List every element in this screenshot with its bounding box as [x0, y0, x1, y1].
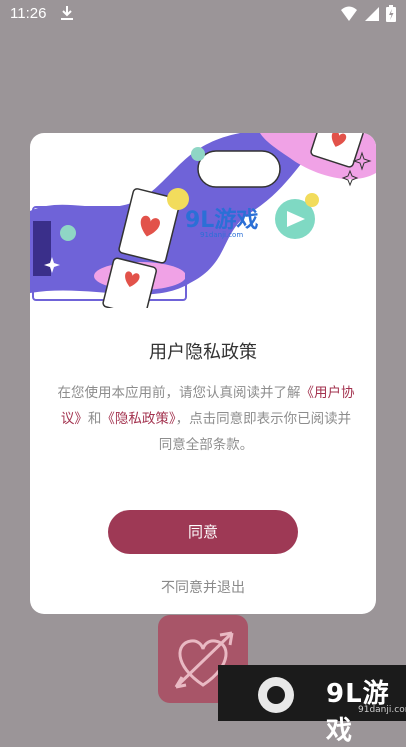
status-time: 11:26 [10, 5, 47, 22]
status-bar: 11:26 [0, 0, 406, 28]
privacy-policy-link[interactable]: 《隐私政策》 [101, 411, 175, 427]
body-text-and: 和 [87, 411, 102, 427]
signal-icon [364, 6, 380, 26]
battery-icon [386, 5, 396, 26]
watermark-logo: 9L游戏 91danji.com [218, 665, 406, 746]
agree-button[interactable]: 同意 [108, 510, 298, 554]
privacy-dialog: 9L游戏 91danji.com 用户隐私政策 在您使用本应用前，请您认真阅读并… [30, 133, 376, 614]
watermark-url: 91danji.com [358, 705, 406, 715]
download-icon [60, 5, 74, 25]
svg-text:91danji.com: 91danji.com [200, 231, 243, 239]
body-text-outro: ，点击同意即表示你已阅读并同意全部条款。 [158, 411, 352, 453]
dialog-title: 用户隐私政策 [149, 342, 257, 363]
status-icons [340, 5, 396, 26]
svg-text:9L游戏: 9L游戏 [185, 207, 258, 233]
watermark-graphic [258, 677, 294, 713]
wifi-icon [340, 6, 358, 26]
privacy-illustration: 9L游戏 91danji.com [30, 133, 376, 308]
body-text-intro: 在您使用本应用前，请您认真阅读并了解 [57, 385, 301, 401]
disagree-exit-button[interactable]: 不同意并退出 [30, 577, 376, 597]
dialog-body-text: 在您使用本应用前，请您认真阅读并了解《用户协议》和《隐私政策》，点击同意即表示你… [56, 380, 356, 458]
